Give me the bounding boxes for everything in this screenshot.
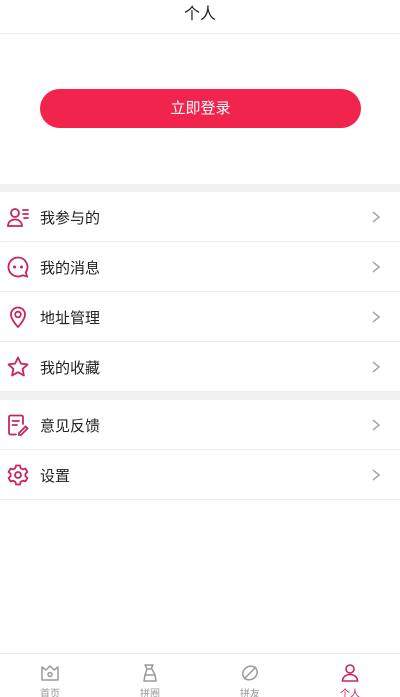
person-icon (339, 662, 361, 684)
menu-label: 我的消息 (40, 258, 101, 277)
section-divider (0, 184, 400, 192)
login-button[interactable]: 立即登录 (40, 89, 361, 128)
star-icon (6, 355, 30, 379)
chevron-right-icon (364, 355, 388, 379)
menu-item-favorites[interactable]: 我的收藏 (0, 342, 400, 392)
section-divider (0, 392, 400, 400)
tab-label: 拼友 (240, 689, 260, 697)
menu-item-messages[interactable]: 我的消息 (0, 242, 400, 292)
menu-group-1: 我参与的 我的消息 地址管理 我的收藏 (0, 192, 400, 392)
page-title: 个人 (183, 4, 216, 23)
tab-circle[interactable]: 拼圈 (100, 654, 200, 697)
gear-icon (6, 463, 30, 487)
bottom-tab-bar: 首页 拼圈 拼友 个人 (0, 653, 400, 697)
user-list-icon (6, 205, 30, 229)
chevron-right-icon (364, 255, 388, 279)
chevron-right-icon (364, 413, 388, 437)
menu-label: 意见反馈 (40, 416, 101, 435)
menu-label: 我的收藏 (40, 358, 101, 377)
page-header: 个人 (0, 0, 400, 34)
tab-personal[interactable]: 个人 (300, 654, 400, 697)
tab-label: 拼圈 (140, 689, 160, 697)
chevron-right-icon (364, 305, 388, 329)
tab-label: 首页 (40, 689, 60, 697)
menu-item-feedback[interactable]: 意见反馈 (0, 400, 400, 450)
menu-group-2: 意见反馈 设置 (0, 400, 400, 500)
menu-item-settings[interactable]: 设置 (0, 450, 400, 500)
menu-label: 地址管理 (40, 308, 101, 327)
message-icon (6, 255, 30, 279)
login-area: 立即登录 (0, 34, 400, 184)
feedback-icon (6, 413, 30, 437)
tab-friends[interactable]: 拼友 (200, 654, 300, 697)
menu-label: 我参与的 (40, 208, 101, 227)
location-icon (6, 305, 30, 329)
menu-item-participated[interactable]: 我参与的 (0, 192, 400, 242)
chevron-right-icon (364, 205, 388, 229)
tab-label: 个人 (340, 689, 360, 697)
home-icon (39, 662, 61, 684)
menu-label: 设置 (40, 466, 71, 485)
circle-icon (139, 662, 161, 684)
menu-item-address[interactable]: 地址管理 (0, 292, 400, 342)
tab-home[interactable]: 首页 (0, 654, 100, 697)
friends-icon (239, 662, 261, 684)
chevron-right-icon (364, 463, 388, 487)
